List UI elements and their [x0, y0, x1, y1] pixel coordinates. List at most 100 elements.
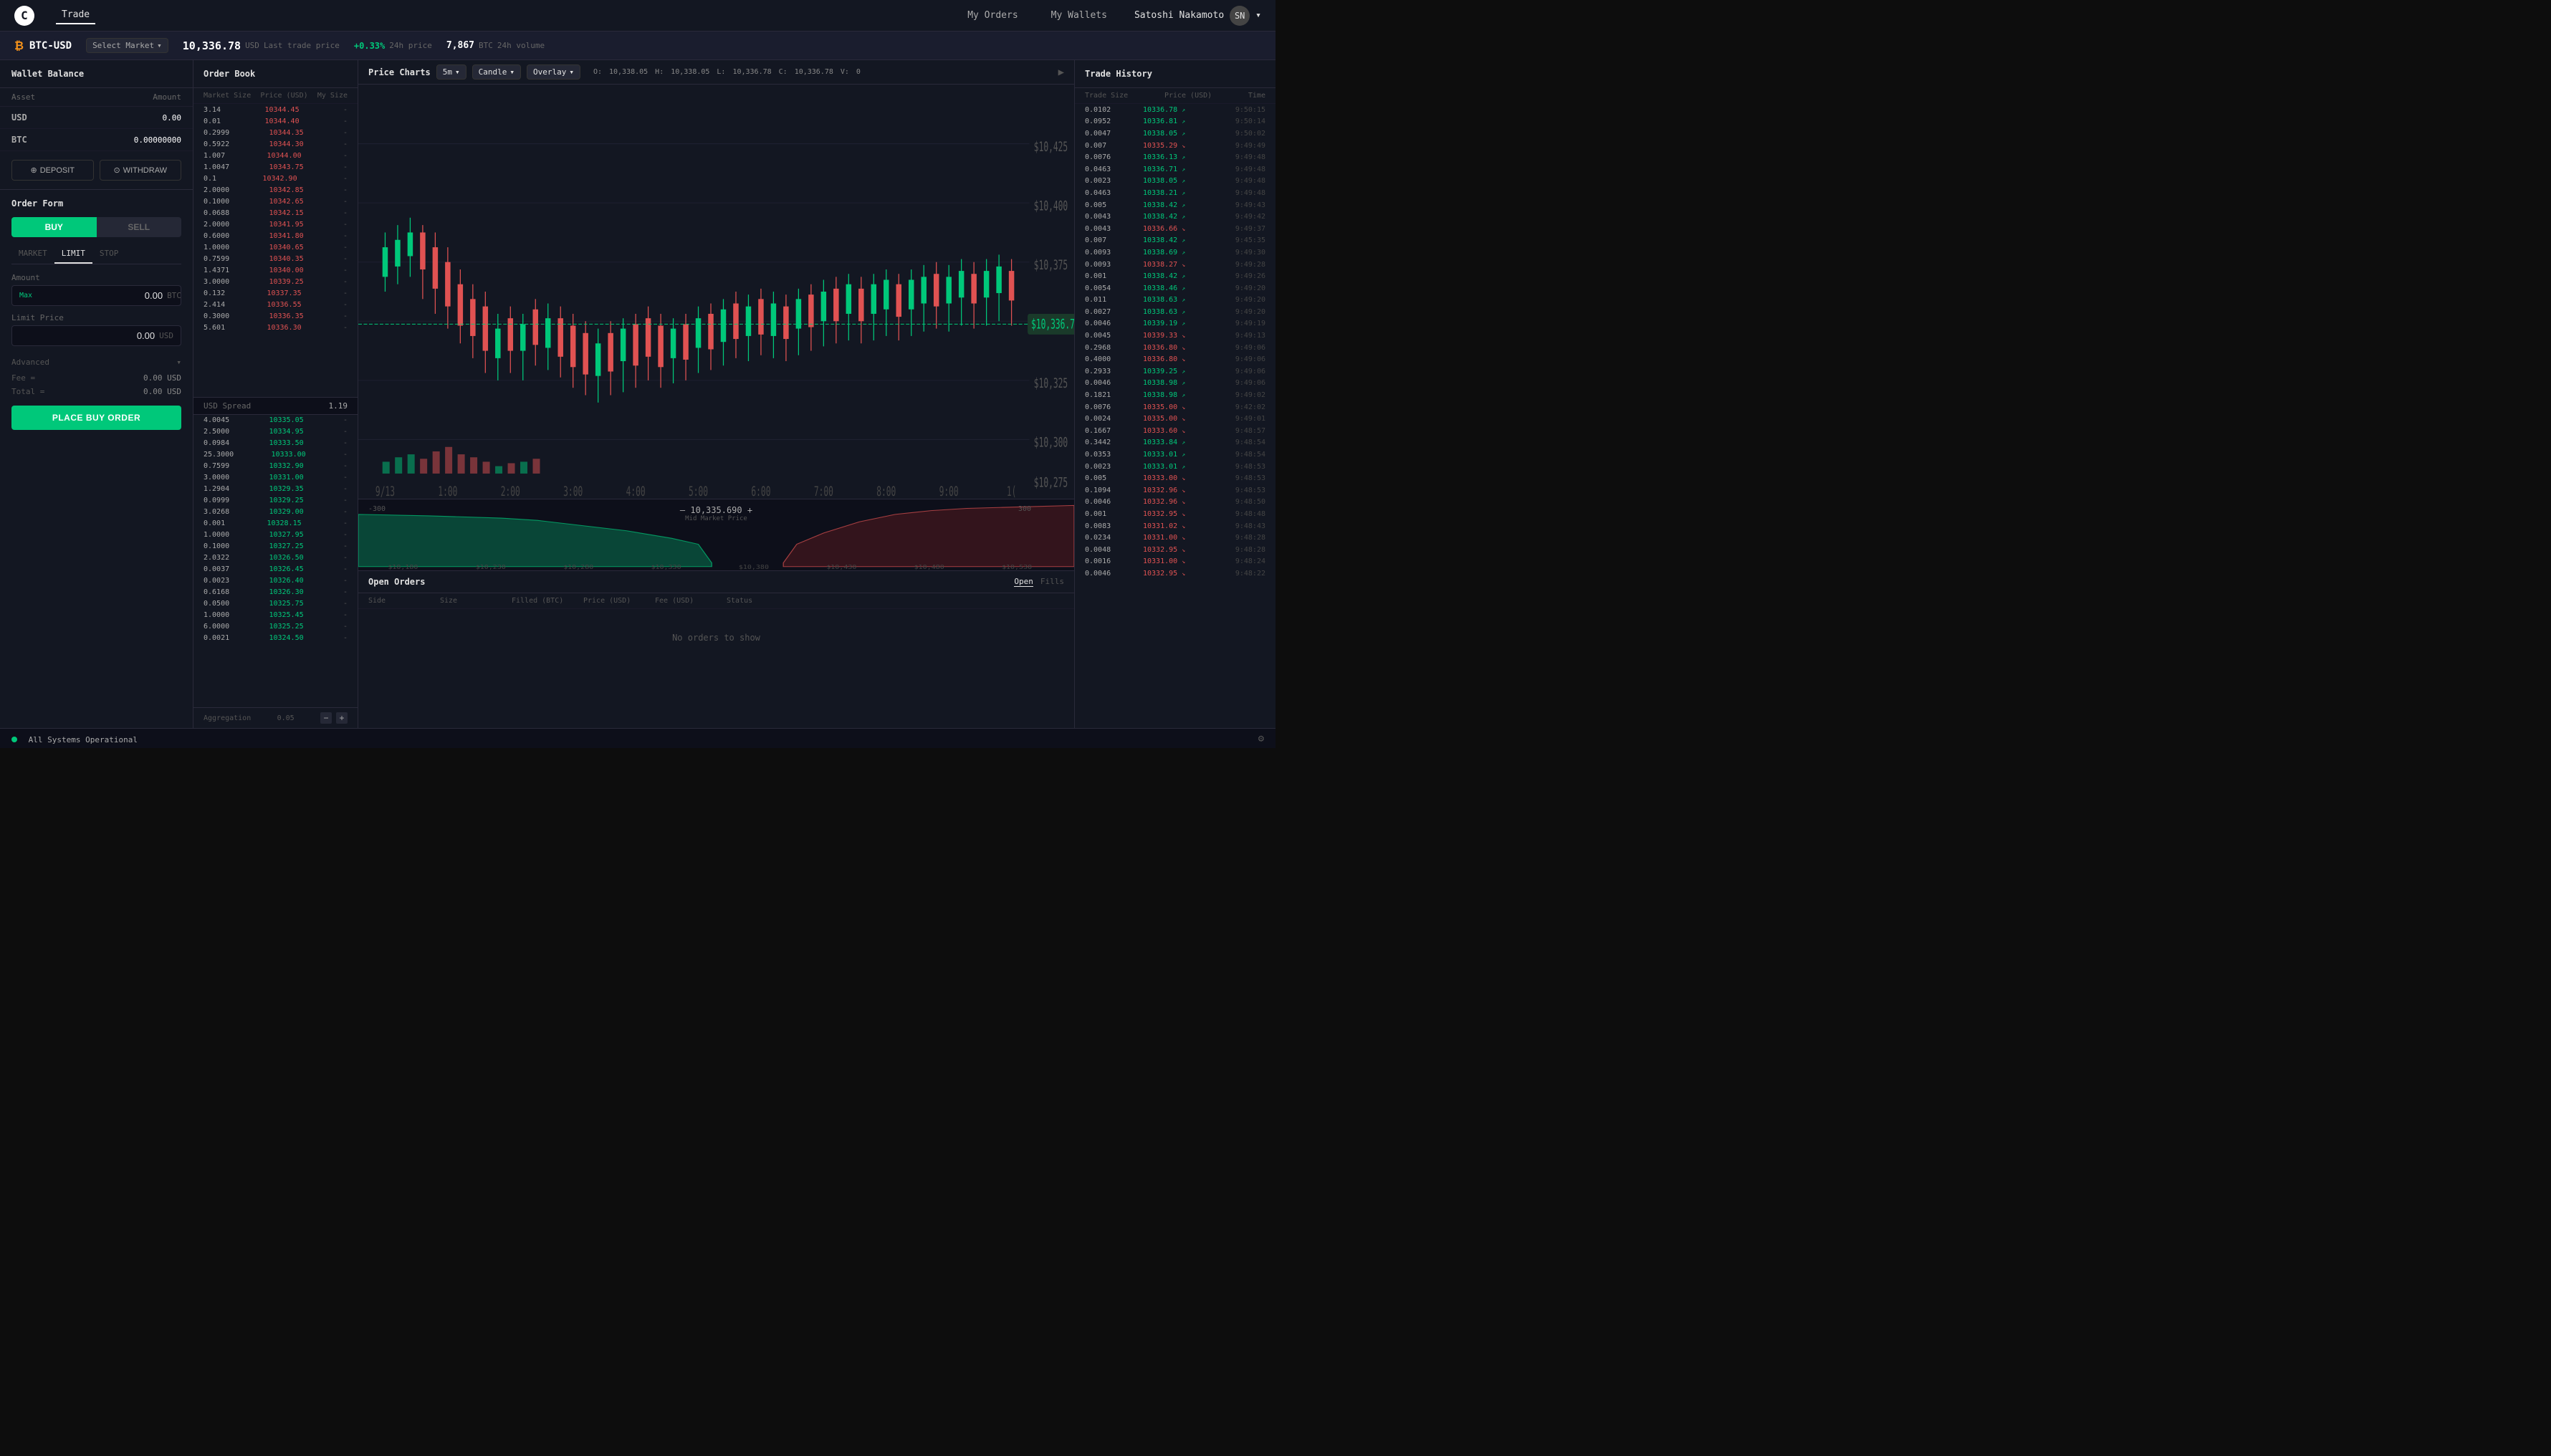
chart-expand-button[interactable]: ▶ — [1058, 67, 1064, 78]
select-market-chevron-icon: ▾ — [157, 41, 162, 50]
chart-type-select[interactable]: Candle ▾ — [472, 64, 521, 80]
open-orders-fills-tab[interactable]: Fills — [1040, 577, 1064, 587]
th-direction-icon: ↗ — [1182, 320, 1185, 327]
amount-input[interactable] — [37, 290, 163, 301]
th-direction-icon: ↗ — [1182, 202, 1185, 209]
oo-status-header: Status — [727, 597, 784, 605]
wallet-column-headers: Asset Amount — [0, 88, 193, 107]
sell-tab[interactable]: SELL — [97, 217, 182, 237]
order-book-buy-row: 0.7599 10332.90 - — [193, 461, 358, 472]
ob-sell-size: 0.01 — [204, 118, 221, 125]
order-book-buy-row: 0.6168 10326.30 - — [193, 587, 358, 598]
th-trade-price: 10339.19 ↗ — [1143, 320, 1207, 327]
th-trade-size: 0.0045 — [1085, 332, 1121, 340]
ob-buy-size: 1.2904 — [204, 485, 229, 493]
ob-sell-size: 0.1 — [204, 175, 216, 183]
trade-history-row: 0.2933 10339.25 ↗ 9:49:06 — [1075, 365, 1276, 378]
th-trade-time: 9:49:06 — [1230, 379, 1265, 387]
order-book-buy-rows: 4.0045 10335.05 - 2.5000 10334.95 - 0.09… — [193, 415, 358, 708]
select-market-button[interactable]: Select Market ▾ — [86, 38, 168, 53]
th-size-header: Trade Size — [1085, 92, 1128, 100]
ob-sell-size: 0.7599 — [204, 255, 229, 263]
overlay-select[interactable]: Overlay ▾ — [527, 64, 580, 80]
th-trade-time: 9:49:19 — [1230, 320, 1265, 327]
advanced-options-toggle[interactable]: Advanced ▾ — [11, 353, 181, 371]
order-book-buy-row: 0.1000 10327.25 - — [193, 541, 358, 552]
my-orders-button[interactable]: My Orders — [962, 7, 1023, 24]
th-trade-price: 10338.05 ↗ — [1143, 130, 1207, 138]
ob-buy-price: 10334.95 — [269, 428, 303, 436]
ob-buy-size: 0.7599 — [204, 462, 229, 470]
max-amount-button[interactable]: Max — [19, 292, 32, 300]
trade-history-row: 0.007 10338.42 ↗ 9:45:35 — [1075, 235, 1276, 247]
th-direction-icon: ↗ — [1182, 464, 1185, 470]
th-trade-size: 0.0047 — [1085, 130, 1121, 138]
th-trade-time: 9:48:54 — [1230, 439, 1265, 446]
ob-buy-price: 10329.25 — [269, 497, 303, 504]
ob-sell-my-size: - — [343, 106, 348, 114]
user-menu[interactable]: Satoshi Nakamoto SN ▾ — [1134, 6, 1261, 26]
th-direction-icon: ↗ — [1182, 214, 1185, 220]
svg-text:$10,336.78: $10,336.78 — [1031, 317, 1074, 332]
main-layout: Wallet Balance Asset Amount USD 0.00 BTC… — [0, 60, 1276, 728]
my-wallets-button[interactable]: My Wallets — [1045, 7, 1113, 24]
volume-value: 7,867 — [446, 40, 474, 51]
th-trade-time: 9:49:48 — [1230, 166, 1265, 173]
th-trade-size: 0.2968 — [1085, 344, 1121, 352]
ohlcv-c-label: C: — [779, 68, 788, 76]
th-direction-icon: ↗ — [1182, 190, 1185, 196]
order-book-sell-row: 0.3000 10336.35 - — [193, 310, 358, 322]
stop-order-tab[interactable]: STOP — [92, 244, 126, 264]
ob-buy-my-size: - — [343, 588, 348, 596]
order-book-sell-row: 0.5922 10344.30 - — [193, 138, 358, 150]
ob-buy-price: 10324.50 — [269, 634, 303, 642]
deposit-button[interactable]: ⊕ DEPOSIT — [11, 160, 94, 181]
ob-buy-price: 10329.35 — [269, 485, 303, 493]
aggregation-increase-button[interactable]: + — [336, 712, 348, 724]
th-trade-time: 9:42:02 — [1230, 403, 1265, 411]
limit-price-input[interactable] — [19, 330, 155, 341]
open-orders-open-tab[interactable]: Open — [1014, 577, 1033, 587]
svg-text:$10,180: $10,180 — [388, 564, 418, 570]
th-trade-price: 10336.81 ↗ — [1143, 118, 1207, 125]
change-label: 24h price — [389, 41, 432, 50]
change-info: +0.33% 24h price — [354, 41, 432, 51]
trade-history-header: Trade History — [1075, 60, 1276, 88]
user-name: Satoshi Nakamoto — [1134, 10, 1224, 21]
ob-sell-price: 10336.30 — [267, 324, 301, 332]
trade-history-row: 0.0048 10332.95 ↘ 9:48:28 — [1075, 544, 1276, 556]
place-order-button[interactable]: PLACE BUY ORDER — [11, 406, 181, 430]
th-trade-time: 9:48:28 — [1230, 546, 1265, 554]
trade-history-row: 0.0353 10333.01 ↗ 9:48:54 — [1075, 449, 1276, 461]
ob-buy-my-size: - — [343, 611, 348, 619]
buy-tab[interactable]: BUY — [11, 217, 97, 237]
open-orders-title: Open Orders — [368, 577, 425, 587]
settings-gear-icon[interactable]: ⚙ — [1258, 733, 1264, 744]
trade-tab[interactable]: Trade — [56, 6, 95, 24]
chart-header: Price Charts 5m ▾ Candle ▾ Overlay ▾ O: … — [358, 60, 1074, 85]
app-logo: C — [14, 6, 34, 26]
deposit-icon: ⊕ — [30, 166, 37, 175]
th-trade-price: 10332.95 ↘ — [1143, 570, 1207, 578]
aggregation-decrease-button[interactable]: − — [320, 712, 332, 724]
ob-market-size-header: Market Size — [204, 92, 251, 100]
wallet-balance-header: Wallet Balance — [0, 60, 193, 88]
timeframe-select[interactable]: 5m ▾ — [436, 64, 466, 80]
th-trade-size: 0.0054 — [1085, 284, 1121, 292]
th-trade-size: 0.0076 — [1085, 153, 1121, 161]
svg-text:9/13: 9/13 — [375, 484, 395, 499]
limit-order-tab[interactable]: LIMIT — [54, 244, 92, 264]
order-book-column-headers: Market Size Price (USD) My Size — [193, 88, 358, 104]
th-direction-icon: ↘ — [1182, 404, 1185, 411]
market-order-tab[interactable]: MARKET — [11, 244, 54, 264]
withdraw-button[interactable]: ⊙ WITHDRAW — [100, 160, 182, 181]
trade-history-row: 0.0046 10339.19 ↗ 9:49:19 — [1075, 318, 1276, 330]
ob-buy-size: 2.0322 — [204, 554, 229, 562]
th-trade-size: 0.0234 — [1085, 534, 1121, 542]
user-dropdown-icon: ▾ — [1255, 10, 1261, 21]
trade-history-row: 0.1667 10333.60 ↘ 9:48:57 — [1075, 425, 1276, 437]
last-price-label: Last trade price — [264, 41, 340, 50]
ob-buy-size: 0.0021 — [204, 634, 229, 642]
ob-sell-price: 10344.40 — [264, 118, 299, 125]
ob-buy-size: 3.0268 — [204, 508, 229, 516]
